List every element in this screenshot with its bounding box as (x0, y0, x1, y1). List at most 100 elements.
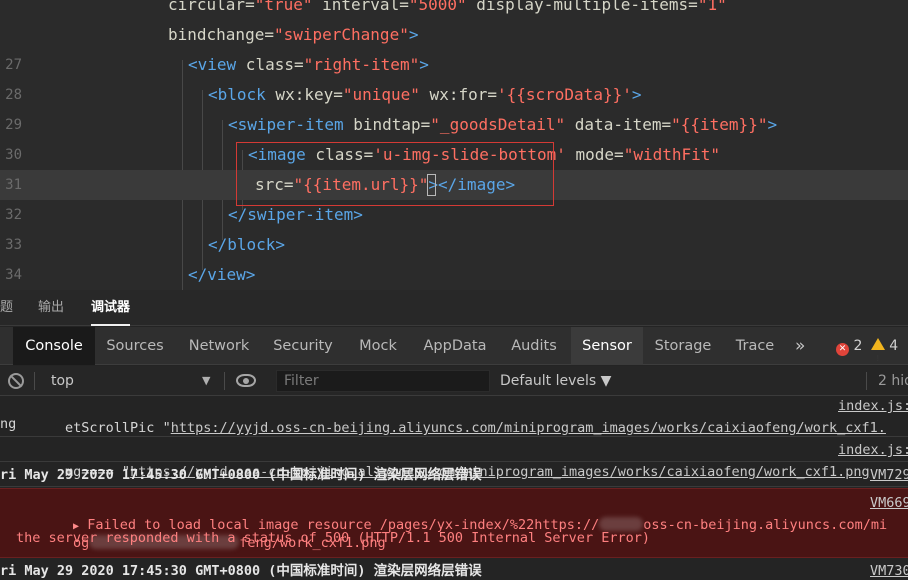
code-text: <view class="right-item"> (188, 50, 429, 80)
line-number: 32 (5, 207, 22, 223)
tab-problems[interactable]: 题 (0, 290, 13, 326)
code-token: data-item= (565, 115, 672, 134)
code-text: circular="true" interval="5000" display-… (168, 0, 727, 20)
tab-sources[interactable]: Sources (97, 327, 173, 365)
log-source-link[interactable]: index.js: (838, 397, 908, 417)
code-token: "unique" (342, 85, 420, 104)
outer-tab-bar: 题 输出 调试器 (0, 290, 908, 326)
code-token: bindtap= (343, 115, 431, 134)
tab-appdata[interactable]: AppData (415, 327, 495, 365)
code-line[interactable]: circular="true" interval="5000" display-… (0, 0, 908, 20)
filter-input[interactable] (276, 370, 490, 392)
divider (224, 372, 225, 390)
code-token: bindchange= (168, 25, 274, 44)
code-line[interactable]: 29 <swiper-item bindtap="_goodsDetail" da… (0, 110, 908, 140)
tab-storage[interactable]: Storage (645, 327, 721, 365)
console-log-row: ri May 29 2020 17:45:30 GMT+0800 (中国标准时间… (0, 463, 908, 487)
code-line[interactable]: 27 <view class="right-item"> (0, 50, 908, 80)
devtools-panel: 题 输出 调试器 Console Sources Network Securit… (0, 290, 908, 580)
console-error-row[interactable]: ▶ Failed to load local image resource /p… (0, 488, 908, 558)
line-number: 27 (5, 57, 22, 73)
console-log-row: ri May 29 2020 17:45:30 GMT+0800 (中国标准时间… (0, 560, 908, 580)
line-number: 34 (5, 267, 22, 283)
line-number: 30 (5, 147, 22, 163)
code-token: display-multiple-items= (466, 0, 698, 14)
code-token: '{{scroData}}' (496, 85, 632, 104)
code-token: class= (236, 55, 304, 74)
error-x-icon: ✕ (836, 343, 849, 356)
line-number: 28 (5, 87, 22, 103)
error-text: oss-cn-beijing.aliyuncs.com/mi (643, 517, 888, 533)
code-token: interval= (312, 0, 409, 14)
tab-mock[interactable]: Mock (343, 327, 413, 365)
code-text: <block wx:key="unique" wx:for='{{scroDat… (208, 80, 641, 110)
log-text: ri May 29 2020 17:45:30 GMT+0800 (中国标准时间… (0, 563, 482, 579)
hidden-count: 2 hid (878, 373, 908, 389)
code-token: mode= (565, 145, 624, 164)
console-filter-bar: top ▼ Default levels ▼ 2 hid (0, 366, 908, 396)
code-text: </block> (208, 230, 285, 260)
log-text-continued: ng (0, 416, 17, 432)
eye-icon[interactable] (236, 374, 256, 387)
code-token: <view (188, 55, 237, 74)
code-token: wx:for= (419, 85, 497, 104)
annotation-highlight-box (236, 142, 554, 206)
code-editor[interactable]: circular="true" interval="5000" display-… (0, 0, 908, 290)
code-token: <block (208, 85, 266, 104)
code-token: circular= (168, 0, 255, 14)
tab-trace[interactable]: Trace (723, 327, 787, 365)
code-token: "swiperChange" (273, 25, 409, 44)
line-number: 33 (5, 237, 22, 253)
code-line[interactable]: 33 </block> (0, 230, 908, 260)
log-source-link[interactable]: VM669 (870, 492, 908, 514)
code-token: </swiper-item> (228, 205, 363, 224)
code-token: </view> (188, 265, 256, 284)
code-text: </view> (188, 260, 255, 290)
log-url-link[interactable]: https://yyjd.oss-cn-beijing.aliyuncs.com… (171, 420, 886, 436)
tab-audits[interactable]: Audits (497, 327, 571, 365)
log-source-link[interactable]: VM730 (870, 560, 908, 580)
clear-console-icon[interactable] (8, 373, 24, 389)
log-text: ri May 29 2020 17:45:30 GMT+0800 (中国标准时间… (0, 467, 482, 483)
tab-sensor[interactable]: Sensor (571, 327, 643, 365)
tab-debugger[interactable]: 调试器 (91, 290, 131, 326)
warning-count: 4 (889, 338, 899, 354)
code-token: > (631, 85, 642, 104)
line-number: 31 (5, 177, 22, 193)
error-count: 2 (853, 338, 863, 354)
code-text: <swiper-item bindtap="_goodsDetail" data… (228, 110, 777, 140)
chevron-down-icon[interactable]: ▼ (202, 366, 210, 396)
code-token: "5000" (408, 0, 467, 14)
default-levels-dropdown[interactable]: Default levels ▼ (500, 366, 611, 396)
divider (34, 372, 35, 390)
tab-console[interactable]: Console (13, 327, 95, 365)
warning-triangle-icon (870, 338, 885, 378)
tab-output[interactable]: 输出 (38, 290, 64, 326)
code-line[interactable]: 34 </view> (0, 260, 908, 290)
code-token: > (408, 25, 419, 44)
console-output[interactable]: etScrollPic "https://yyjd.oss-cn-beijing… (0, 397, 908, 580)
code-line[interactable]: 28 <block wx:key="unique" wx:for='{{scroD… (0, 80, 908, 110)
code-token: "right-item" (303, 55, 420, 74)
log-text: etScrollPic " (65, 420, 171, 436)
code-token: > (767, 115, 778, 134)
code-token: "{{item}}" (671, 115, 768, 134)
tab-security[interactable]: Security (265, 327, 341, 365)
divider (866, 372, 867, 390)
code-token: </block> (208, 235, 286, 254)
issue-badges[interactable]: ✕ 2 4 (836, 327, 899, 378)
line-number: 29 (5, 117, 22, 133)
code-text: bindchange="swiperChange"> (168, 20, 418, 50)
console-log-row: mg==== "https://yyjd.oss-cn-beijing.aliy… (0, 438, 908, 480)
code-token: "widthFit" (623, 145, 721, 164)
code-line[interactable]: bindchange="swiperChange"> (0, 20, 908, 50)
tab-network[interactable]: Network (175, 327, 263, 365)
more-tabs-chevron-icon[interactable]: » (795, 327, 805, 365)
code-token: > (419, 55, 429, 74)
code-token: <swiper-item (228, 115, 344, 134)
text-cursor (427, 174, 436, 196)
panel-tab-bar: Console Sources Network Security Mock Ap… (0, 327, 908, 365)
log-source-link[interactable]: index.js: (838, 439, 908, 461)
log-source-link[interactable]: VM729 (870, 464, 908, 486)
context-selector[interactable]: top (51, 366, 74, 396)
